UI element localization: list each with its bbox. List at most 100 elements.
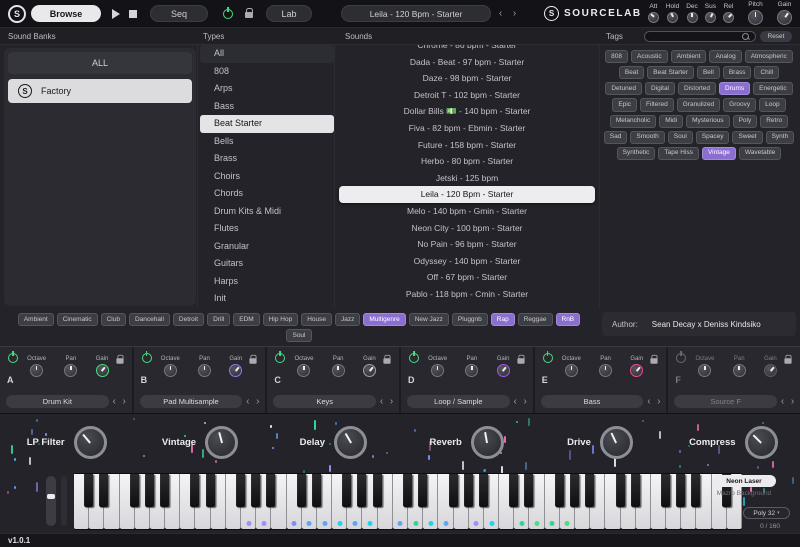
sound-item[interactable]: Chrome - 86 bpm - Starter [339,45,595,54]
stop-icon[interactable] [129,10,137,18]
sound-item[interactable]: Pablo - 118 bpm - Cmin - Starter [339,286,595,303]
pitch-wheel-handle[interactable] [47,494,55,499]
seq-button[interactable]: Seq [150,5,208,22]
tag-pill[interactable]: Synthetic [617,147,656,160]
piano-black-key[interactable] [525,474,534,507]
visual-preset-secondary[interactable]: Mazro Background [703,490,785,497]
tag-pill[interactable]: Digital [645,82,675,95]
preset-selector[interactable]: Leila - 120 Bpm - Starter [341,5,491,22]
tag-pill[interactable]: Mysterious [686,115,729,128]
genre-tag-pill[interactable]: Detroit [173,313,204,326]
pan-knob[interactable] [465,364,478,377]
piano-black-key[interactable] [251,474,260,507]
pitch-knob[interactable] [748,10,763,25]
tag-pill[interactable]: Midi [659,115,683,128]
bank-item[interactable]: SFactory [8,79,192,103]
genre-tag-pill[interactable]: Hip Hop [263,313,298,326]
sound-item[interactable]: Melo - 140 bpm - Gmin - Starter [339,203,595,220]
pan-knob[interactable] [64,364,77,377]
piano-black-key[interactable] [297,474,306,507]
browse-button[interactable]: Browse [31,5,101,22]
channel-source-select[interactable]: Pad Multisample [140,395,243,408]
sound-item[interactable]: Jetski - 125 bpm [339,170,595,187]
piano-black-key[interactable] [449,474,458,507]
next-source-icon[interactable]: › [654,397,663,407]
genre-tag-pill[interactable]: Multigenre [363,313,405,326]
genre-tag-pill[interactable]: Dancehall [129,313,170,326]
channel-power-icon[interactable] [409,353,419,363]
type-item[interactable]: Flutes [200,220,334,238]
octave-knob[interactable] [698,364,711,377]
genre-tag-pill[interactable]: Pluggnb [452,313,488,326]
visual-preset-button[interactable]: Neon Laser [712,475,776,487]
sound-item[interactable]: Detroit T - 102 bpm - Starter [339,87,595,104]
prev-source-icon[interactable]: ‹ [243,397,252,407]
prev-source-icon[interactable]: ‹ [644,397,653,407]
piano-black-key[interactable] [160,474,169,507]
channel-source-select[interactable]: Drum Kit [6,395,109,408]
type-item[interactable]: Brass [200,150,334,168]
sound-item[interactable]: Herbo - 80 bpm - Starter [339,153,595,170]
type-item[interactable]: Drum Kits & Midi [200,203,334,221]
tag-pill[interactable]: Bell [697,66,720,79]
type-item[interactable]: Beat Starter [200,115,334,133]
env-knob-hold[interactable] [667,12,678,23]
reset-button[interactable]: Reset [760,31,792,42]
type-item[interactable]: Init [200,290,334,308]
tag-pill[interactable]: Granulized [677,98,720,111]
next-source-icon[interactable]: › [788,397,797,407]
next-source-icon[interactable]: › [120,397,129,407]
channel-source-select[interactable]: Loop / Sample [407,395,510,408]
piano-black-key[interactable] [236,474,245,507]
tag-search-box[interactable] [644,31,756,42]
channel-power-icon[interactable] [676,353,686,363]
sound-item[interactable]: Neon City - 100 bpm - Starter [339,220,595,237]
piano-black-key[interactable] [692,474,701,507]
genre-tag-pill[interactable]: Soul [286,329,311,342]
sound-item[interactable]: Daze - 98 bpm - Starter [339,70,595,87]
prev-source-icon[interactable]: ‹ [778,397,787,407]
tag-pill[interactable]: Beat [619,66,644,79]
next-source-icon[interactable]: › [387,397,396,407]
sound-item[interactable]: Off - 67 bpm - Starter [339,269,595,286]
sound-item[interactable]: Fiva - 82 bpm - Ebmin - Starter [339,120,595,137]
tag-pill[interactable]: Groovy [723,98,756,111]
next-source-icon[interactable]: › [521,397,530,407]
pan-knob[interactable] [198,364,211,377]
piano-black-key[interactable] [418,474,427,507]
piano-black-key[interactable] [479,474,488,507]
piano-black-key[interactable] [509,474,518,507]
piano-black-key[interactable] [191,474,200,507]
channel-power-icon[interactable] [8,353,18,363]
piano-black-key[interactable] [464,474,473,507]
sound-item[interactable]: Future - 158 bpm - Starter [339,137,595,154]
tag-pill[interactable]: Vintage [702,147,736,160]
tag-pill[interactable]: 808 [605,50,628,63]
piano-black-key[interactable] [585,474,594,507]
gain-knob[interactable] [497,364,510,377]
octave-knob[interactable] [431,364,444,377]
channel-source-select[interactable]: Bass [541,395,644,408]
type-item[interactable]: All [200,45,334,63]
tag-pill[interactable]: Chill [754,66,779,79]
sound-item[interactable]: Dada - Beat - 97 bpm - Starter [339,54,595,71]
gain-knob[interactable] [777,10,792,25]
type-item[interactable]: Granular [200,238,334,256]
piano-black-key[interactable] [312,474,321,507]
sound-item[interactable]: Leila - 120 Bpm - Starter [339,186,595,203]
lab-button[interactable]: Lab [266,5,312,22]
piano-black-key[interactable] [342,474,351,507]
pan-knob[interactable] [332,364,345,377]
type-item[interactable]: Choirs [200,168,334,186]
tag-pill[interactable]: Soul [668,131,693,144]
genre-tag-pill[interactable]: Reggae [518,313,553,326]
type-item[interactable]: Guitars [200,255,334,273]
tag-pill[interactable]: Brass [723,66,752,79]
play-icon[interactable] [112,9,120,19]
piano-black-key[interactable] [661,474,670,507]
piano-black-key[interactable] [130,474,139,507]
gain-knob[interactable] [96,364,109,377]
pan-knob[interactable] [733,364,746,377]
type-item[interactable]: Chords [200,185,334,203]
genre-tag-pill[interactable]: Jazz [335,313,360,326]
